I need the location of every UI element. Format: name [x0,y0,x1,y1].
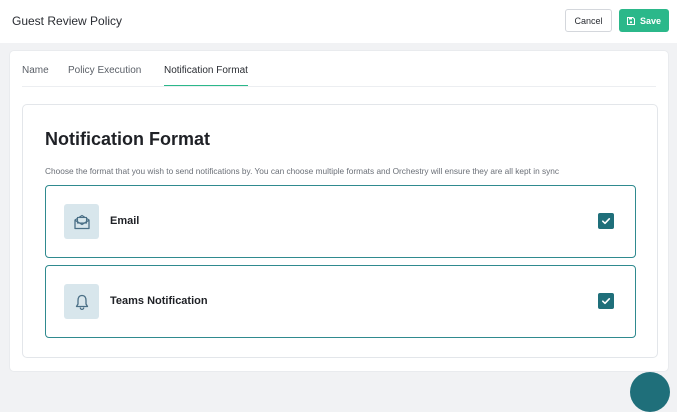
help-launcher-button[interactable] [630,372,670,412]
policy-card: Name Policy Execution Notification Forma… [10,51,668,371]
save-button-label: Save [639,15,662,26]
tab-name[interactable]: Name [22,65,49,85]
page-title: Guest Review Policy [12,14,123,28]
teams-notification-option[interactable]: Teams Notification [45,265,636,338]
teams-option-label: Teams Notification [110,295,208,307]
top-bar: Guest Review Policy Cancel Save [0,0,677,43]
tab-policy-execution[interactable]: Policy Execution [68,65,141,85]
notification-format-section: Notification Format Choose the format th… [22,104,658,358]
teams-icon-tile [64,284,99,319]
floppy-disk-icon [626,16,635,25]
email-checkbox[interactable] [598,213,614,229]
checkmark-icon [602,298,611,305]
save-button[interactable]: Save [619,9,669,32]
email-option[interactable]: Email [45,185,636,258]
bell-icon [75,294,88,310]
section-description: Choose the format that you wish to send … [45,166,560,176]
teams-checkbox[interactable] [598,293,614,309]
cancel-button[interactable]: Cancel [565,9,612,32]
checkmark-icon [602,218,611,225]
email-option-label: Email [110,215,140,227]
tab-bar: Name Policy Execution Notification Forma… [22,51,656,87]
envelope-icon [73,214,90,229]
tab-notification-format[interactable]: Notification Format [164,65,248,86]
section-title: Notification Format [45,129,210,149]
email-icon-tile [64,204,99,239]
